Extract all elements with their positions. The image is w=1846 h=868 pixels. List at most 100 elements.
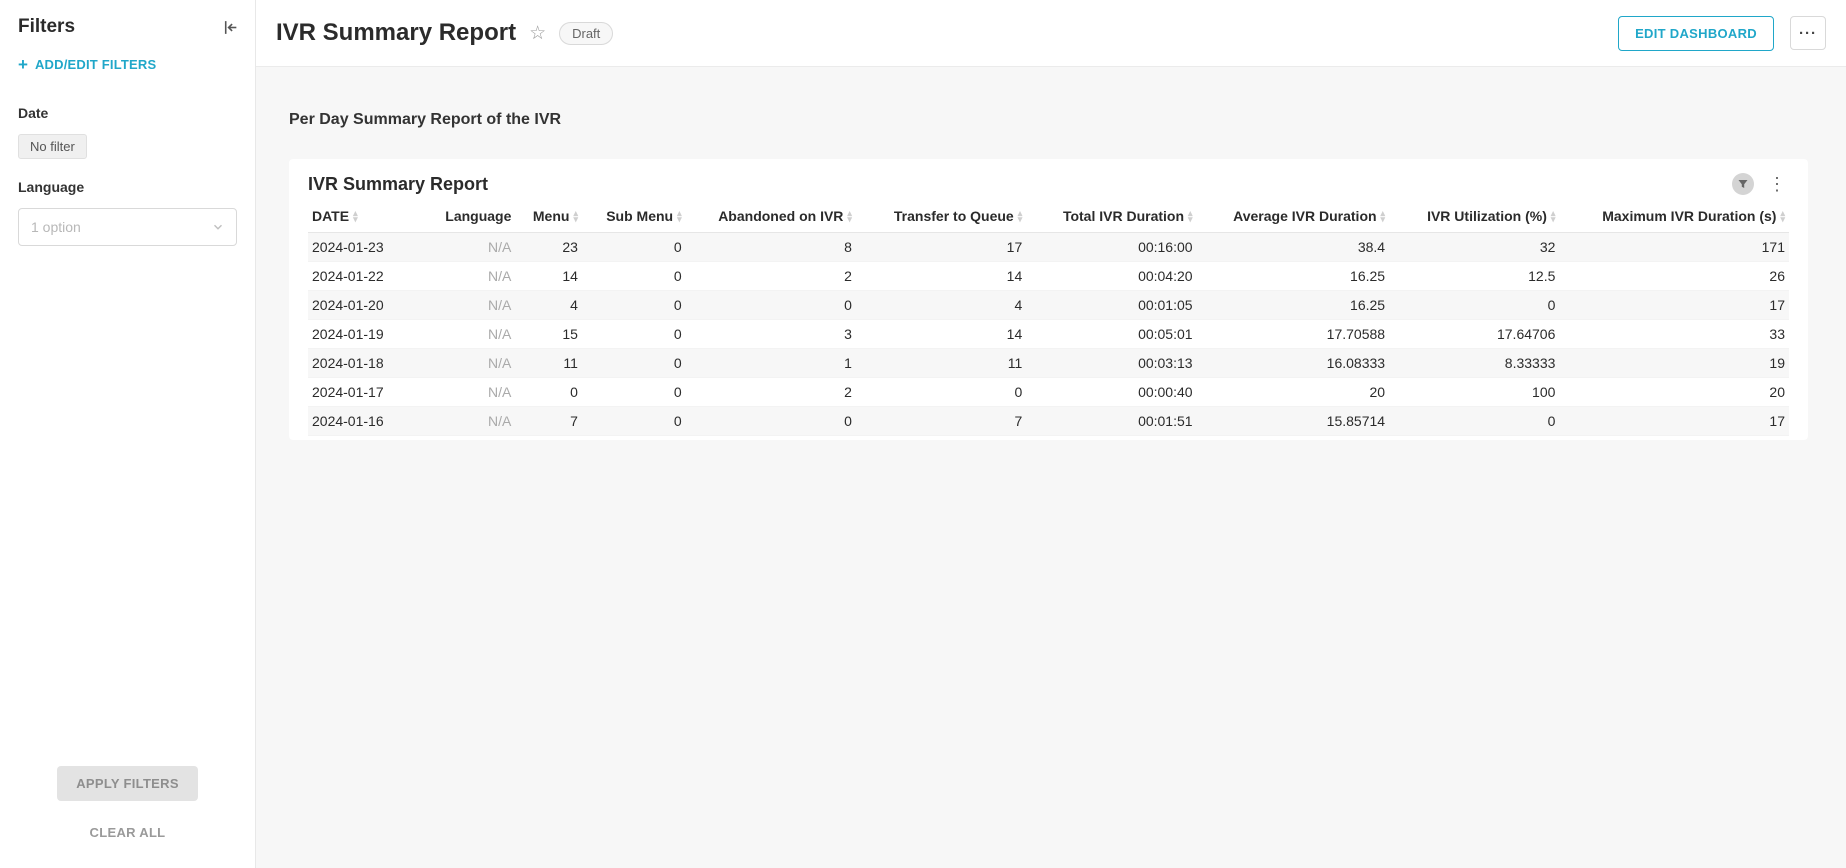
cell-maximum_ivr_duration_s[interactable]: 19: [1559, 349, 1789, 378]
cell-total_ivr_duration[interactable]: 00:01:51: [1026, 407, 1196, 436]
column-header-average_ivr_duration[interactable]: Average IVR Duration▴▾: [1197, 202, 1390, 233]
sort-icon[interactable]: ▴▾: [353, 210, 358, 222]
table-row[interactable]: 2024-01-20N/A400400:01:0516.25017: [308, 291, 1789, 320]
cell-date[interactable]: 2024-01-18: [308, 349, 441, 378]
cell-average_ivr_duration[interactable]: 16.25: [1197, 291, 1390, 320]
cell-maximum_ivr_duration_s[interactable]: 26: [1559, 262, 1789, 291]
column-header-sub_menu[interactable]: Sub Menu▴▾: [582, 202, 686, 233]
sort-icon[interactable]: ▴▾: [847, 210, 852, 222]
sort-icon[interactable]: ▴▾: [1780, 210, 1785, 222]
cell-maximum_ivr_duration_s[interactable]: 171: [1559, 233, 1789, 262]
cell-average_ivr_duration[interactable]: 16.08333: [1197, 349, 1390, 378]
cell-date[interactable]: 2024-01-17: [308, 378, 441, 407]
table-row[interactable]: 2024-01-18N/A11011100:03:1316.083338.333…: [308, 349, 1789, 378]
cell-sub_menu[interactable]: 0: [582, 291, 686, 320]
column-header-maximum_ivr_duration_s[interactable]: Maximum IVR Duration (s)▴▾: [1559, 202, 1789, 233]
column-header-language[interactable]: Language▴▾: [441, 202, 515, 233]
cell-abandoned_on_ivr[interactable]: 8: [686, 233, 856, 262]
cell-abandoned_on_ivr[interactable]: 1: [686, 349, 856, 378]
sort-icon[interactable]: ▴▾: [1551, 210, 1556, 222]
cell-abandoned_on_ivr[interactable]: 3: [686, 320, 856, 349]
cell-ivr_utilization_pct[interactable]: 8.33333: [1389, 349, 1559, 378]
cell-menu[interactable]: 11: [515, 349, 582, 378]
more-options-button[interactable]: ···: [1790, 16, 1826, 50]
cell-date[interactable]: 2024-01-20: [308, 291, 441, 320]
cell-language[interactable]: N/A: [441, 378, 515, 407]
apply-filters-button[interactable]: APPLY FILTERS: [57, 766, 198, 801]
cell-total_ivr_duration[interactable]: 00:03:13: [1026, 349, 1196, 378]
cell-language[interactable]: N/A: [441, 320, 515, 349]
cell-maximum_ivr_duration_s[interactable]: 17: [1559, 407, 1789, 436]
table-row[interactable]: 2024-01-16N/A700700:01:5115.85714017: [308, 407, 1789, 436]
cell-average_ivr_duration[interactable]: 17.70588: [1197, 320, 1390, 349]
cell-ivr_utilization_pct[interactable]: 32: [1389, 233, 1559, 262]
cell-sub_menu[interactable]: 0: [582, 320, 686, 349]
cell-average_ivr_duration[interactable]: 38.4: [1197, 233, 1390, 262]
cell-ivr_utilization_pct[interactable]: 17.64706: [1389, 320, 1559, 349]
cell-menu[interactable]: 23: [515, 233, 582, 262]
cell-language[interactable]: N/A: [441, 291, 515, 320]
cell-total_ivr_duration[interactable]: 00:01:05: [1026, 291, 1196, 320]
column-header-menu[interactable]: Menu▴▾: [515, 202, 582, 233]
applied-filters-icon[interactable]: [1732, 173, 1754, 195]
column-header-date[interactable]: DATE▴▾: [308, 202, 441, 233]
cell-language[interactable]: N/A: [441, 262, 515, 291]
cell-transfer_to_queue[interactable]: 17: [856, 233, 1026, 262]
cell-ivr_utilization_pct[interactable]: 0: [1389, 407, 1559, 436]
collapse-filters-icon[interactable]: [222, 19, 239, 36]
chart-options-icon[interactable]: ⋮: [1765, 175, 1789, 193]
cell-menu[interactable]: 4: [515, 291, 582, 320]
cell-menu[interactable]: 0: [515, 378, 582, 407]
cell-abandoned_on_ivr[interactable]: 0: [686, 407, 856, 436]
sort-icon[interactable]: ▴▾: [573, 210, 578, 222]
cell-abandoned_on_ivr[interactable]: 2: [686, 378, 856, 407]
cell-sub_menu[interactable]: 0: [582, 233, 686, 262]
cell-language[interactable]: N/A: [441, 233, 515, 262]
cell-ivr_utilization_pct[interactable]: 100: [1389, 378, 1559, 407]
cell-sub_menu[interactable]: 0: [582, 349, 686, 378]
cell-total_ivr_duration[interactable]: 00:00:40: [1026, 378, 1196, 407]
column-header-abandoned_on_ivr[interactable]: Abandoned on IVR▴▾: [686, 202, 856, 233]
cell-date[interactable]: 2024-01-23: [308, 233, 441, 262]
date-filter-chip[interactable]: No filter: [18, 134, 87, 159]
cell-transfer_to_queue[interactable]: 14: [856, 262, 1026, 291]
sort-icon[interactable]: ▴▾: [677, 210, 682, 222]
column-header-ivr_utilization_pct[interactable]: IVR Utilization (%)▴▾: [1389, 202, 1559, 233]
table-row[interactable]: 2024-01-22N/A14021400:04:2016.2512.526: [308, 262, 1789, 291]
edit-dashboard-button[interactable]: EDIT DASHBOARD: [1618, 16, 1774, 51]
cell-abandoned_on_ivr[interactable]: 0: [686, 291, 856, 320]
cell-transfer_to_queue[interactable]: 7: [856, 407, 1026, 436]
cell-total_ivr_duration[interactable]: 00:16:00: [1026, 233, 1196, 262]
cell-average_ivr_duration[interactable]: 20: [1197, 378, 1390, 407]
clear-all-button[interactable]: CLEAR ALL: [90, 825, 166, 840]
draft-status-badge[interactable]: Draft: [559, 22, 613, 45]
table-row[interactable]: 2024-01-23N/A23081700:16:0038.432171: [308, 233, 1789, 262]
language-filter-select[interactable]: 1 option: [18, 208, 237, 246]
cell-ivr_utilization_pct[interactable]: 0: [1389, 291, 1559, 320]
cell-abandoned_on_ivr[interactable]: 2: [686, 262, 856, 291]
cell-sub_menu[interactable]: 0: [582, 262, 686, 291]
cell-sub_menu[interactable]: 0: [582, 407, 686, 436]
cell-date[interactable]: 2024-01-22: [308, 262, 441, 291]
cell-language[interactable]: N/A: [441, 349, 515, 378]
cell-menu[interactable]: 7: [515, 407, 582, 436]
cell-maximum_ivr_duration_s[interactable]: 33: [1559, 320, 1789, 349]
cell-total_ivr_duration[interactable]: 00:05:01: [1026, 320, 1196, 349]
favorite-star-icon[interactable]: ☆: [529, 24, 546, 43]
cell-date[interactable]: 2024-01-19: [308, 320, 441, 349]
cell-language[interactable]: N/A: [441, 407, 515, 436]
sort-icon[interactable]: ▴▾: [1018, 210, 1023, 222]
cell-average_ivr_duration[interactable]: 16.25: [1197, 262, 1390, 291]
cell-menu[interactable]: 14: [515, 262, 582, 291]
sort-icon[interactable]: ▴▾: [1381, 210, 1386, 222]
cell-transfer_to_queue[interactable]: 4: [856, 291, 1026, 320]
cell-total_ivr_duration[interactable]: 00:04:20: [1026, 262, 1196, 291]
column-header-transfer_to_queue[interactable]: Transfer to Queue▴▾: [856, 202, 1026, 233]
column-header-total_ivr_duration[interactable]: Total IVR Duration▴▾: [1026, 202, 1196, 233]
cell-sub_menu[interactable]: 0: [582, 378, 686, 407]
sort-icon[interactable]: ▴▾: [1188, 210, 1193, 222]
cell-date[interactable]: 2024-01-16: [308, 407, 441, 436]
cell-transfer_to_queue[interactable]: 14: [856, 320, 1026, 349]
cell-maximum_ivr_duration_s[interactable]: 20: [1559, 378, 1789, 407]
add-edit-filters-button[interactable]: + ADD/EDIT FILTERS: [0, 46, 255, 89]
